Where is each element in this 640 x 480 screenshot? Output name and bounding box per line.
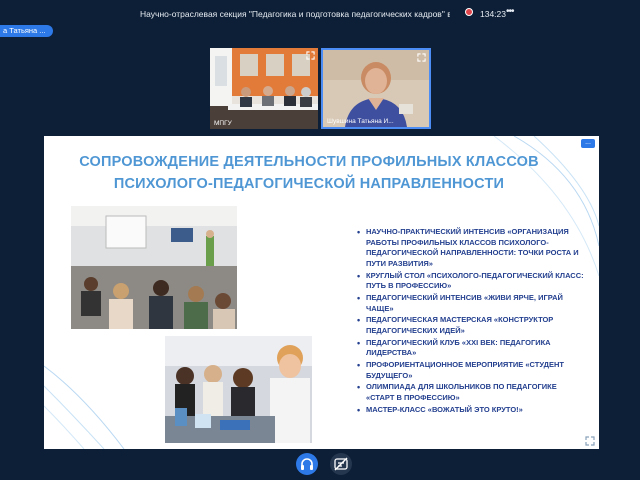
video-tile-label: МПГУ <box>214 120 232 127</box>
subtitles-button[interactable] <box>330 453 352 475</box>
list-item: ОЛИМПИАДА ДЛЯ ШКОЛЬНИКОВ ПО ПЕДАГОГИКЕ «… <box>357 382 587 403</box>
top-bar: Научно-отраслевая секция "Педагогика и п… <box>0 0 640 26</box>
audio-button[interactable] <box>296 453 318 475</box>
headphones-icon <box>301 458 313 470</box>
video-tile-speaker[interactable]: Шувшина Татьяна И... <box>321 48 431 129</box>
slide-options-button[interactable]: ... <box>581 139 595 148</box>
events-list: НАУЧНО-ПРАКТИЧЕСКИЙ ИНТЕНСИВ «ОРГАНИЗАЦИ… <box>357 227 587 417</box>
subtitles-off-icon <box>334 457 348 471</box>
students-photo <box>165 336 312 443</box>
classroom-photo <box>71 206 237 329</box>
slide-title: СОПРОВОЖДЕНИЕ ДЕЯТЕЛЬНОСТИ ПРОФИЛЬНЫХ КЛ… <box>44 151 574 195</box>
recording-indicator-icon <box>465 8 473 16</box>
list-item: МАСТЕР-КЛАСС «ВОЖАТЫЙ ЭТО КРУТО!» <box>357 405 587 416</box>
list-item: ПЕДАГОГИЧЕСКИЙ КЛУБ «XXI ВЕК: ПЕДАГОГИКА… <box>357 338 587 359</box>
slide-title-line-2: ПСИХОЛОГО-ПЕДАГОГИЧЕСКОЙ НАПРАВЛЕННОСТИ <box>113 176 505 192</box>
conference-room-video <box>210 48 318 129</box>
fullscreen-icon[interactable] <box>585 436 595 446</box>
meeting-title: Научно-отраслевая секция "Педагогика и п… <box>140 9 450 19</box>
list-item: КРУГЛЫЙ СТОЛ «ПСИХОЛОГО-ПЕДАГОГИЧЕСКИЙ К… <box>357 271 587 292</box>
meeting-timer: 134:23 <box>480 9 506 19</box>
list-item: ПЕДАГОГИЧЕСКАЯ МАСТЕРСКАЯ «КОНСТРУКТОР П… <box>357 315 587 336</box>
list-item: ПРОФОРИЕНТАЦИОННОЕ МЕРОПРИЯТИЕ «СТУДЕНТ … <box>357 360 587 381</box>
expand-icon[interactable] <box>417 53 426 62</box>
speaker-video <box>323 50 429 127</box>
expand-icon[interactable] <box>306 51 315 60</box>
more-options-button[interactable]: ••• <box>506 6 514 17</box>
slide-title-line-1: СОПРОВОЖДЕНИЕ ДЕЯТЕЛЬНОСТИ ПРОФИЛЬНЫХ КЛ… <box>79 154 539 170</box>
video-tile-label: Шувшина Татьяна И... <box>327 118 394 125</box>
participant-name-chip[interactable]: а Татьяна ... <box>0 25 53 37</box>
list-item: ПЕДАГОГИЧЕСКИЙ ИНТЕНСИВ «ЖИВИ ЯРЧЕ, ИГРА… <box>357 293 587 314</box>
list-item: НАУЧНО-ПРАКТИЧЕСКИЙ ИНТЕНСИВ «ОРГАНИЗАЦИ… <box>357 227 587 269</box>
video-tile-mpgu[interactable]: МПГУ <box>210 48 318 129</box>
shared-presentation-slide[interactable]: СОПРОВОЖДЕНИЕ ДЕЯТЕЛЬНОСТИ ПРОФИЛЬНЫХ КЛ… <box>44 136 599 449</box>
